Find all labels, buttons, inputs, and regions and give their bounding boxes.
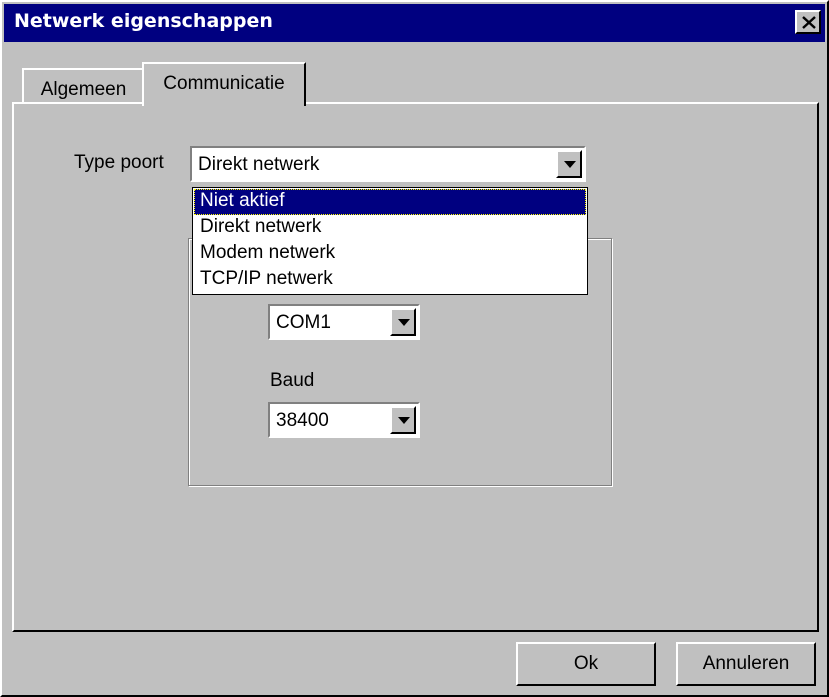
option-tcpip-netwerk[interactable]: TCP/IP netwerk — [194, 267, 586, 293]
dialog-window: Netwerk eigenschappen Algemeen Communica… — [0, 0, 829, 697]
option-direkt-netwerk[interactable]: Direkt netwerk — [194, 215, 586, 241]
tab-panel — [12, 102, 819, 632]
window-title: Netwerk eigenschappen — [14, 10, 273, 32]
close-button[interactable] — [795, 10, 821, 34]
tab-communicatie-label: Communicatie — [163, 73, 285, 94]
option-modem-netwerk[interactable]: Modem netwerk — [194, 241, 586, 267]
ok-button[interactable]: Ok — [516, 642, 656, 686]
option-niet-aktief[interactable]: Niet aktief — [194, 189, 586, 215]
tab-algemeen-label: Algemeen — [40, 79, 127, 100]
port-type-dropdown-list: Niet aktief Direkt netwerk Modem netwerk… — [192, 187, 588, 295]
tab-communicatie[interactable]: Communicatie — [142, 62, 306, 106]
cancel-button[interactable]: Annuleren — [676, 642, 816, 686]
title-bar[interactable]: Netwerk eigenschappen — [4, 4, 825, 42]
tab-algemeen[interactable]: Algemeen — [22, 68, 145, 104]
close-icon — [802, 16, 816, 29]
